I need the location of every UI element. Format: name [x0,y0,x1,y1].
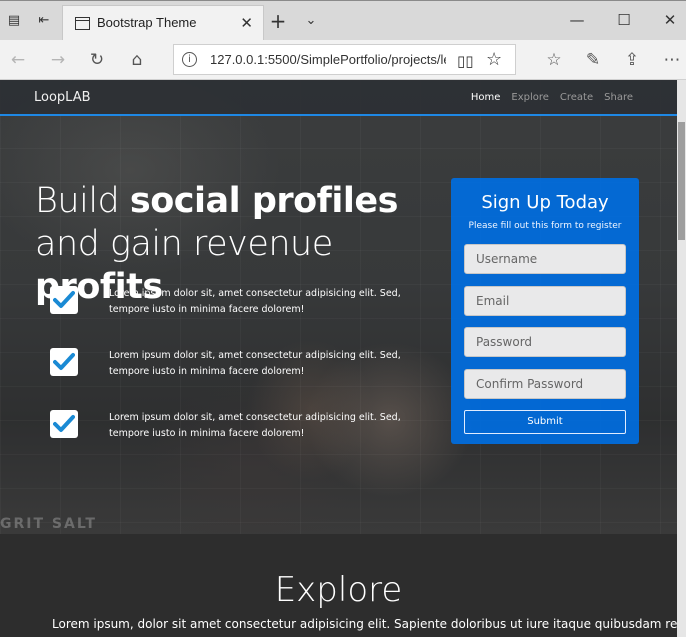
confirm-password-field[interactable]: Confirm Password [464,369,626,399]
forward-icon[interactable]: → [47,50,69,70]
favorites-list-icon[interactable]: ☆ [543,50,565,70]
brand-logo[interactable]: LoopLAB [34,90,91,105]
checkbox-icon [50,348,78,376]
back-icon[interactable]: ← [7,50,29,70]
headline-part-1: Build [35,181,130,221]
headline-bold-1: social profiles [129,181,399,221]
tab-close-icon[interactable]: ✕ [240,14,253,32]
tab-manager-icon[interactable]: ▤ [4,11,24,31]
username-field[interactable]: Username [464,244,626,274]
feature-text: Lorem ipsum dolor sit, amet consectetur … [109,350,401,377]
background-sign: GRIT SALT [0,516,97,532]
refresh-icon[interactable]: ↻ [86,50,108,70]
checkbox-icon [50,286,78,314]
more-icon[interactable]: ⋯ [661,50,683,70]
explore-title: Explore [274,570,403,610]
explore-section: Explore Lorem ipsum, dolor sit amet cons… [0,534,686,637]
hero-section: GRIT SALT LoopLAB Home Explore Create Sh… [0,80,677,534]
email-field[interactable]: Email [464,286,626,316]
site-navbar: LoopLAB Home Explore Create Share [0,80,677,116]
page-icon [75,17,90,30]
home-icon[interactable]: ⌂ [126,50,148,70]
tab-title: Bootstrap Theme [97,15,197,30]
signup-title: Sign Up Today [481,192,609,213]
signup-subtitle: Please fill out this form to register [468,221,622,231]
checkbox-icon [50,410,78,438]
nav-link-create[interactable]: Create [560,92,593,103]
share-icon[interactable]: ⇪ [621,50,643,70]
feature-item: Lorem ipsum dolor sit, amet consectetur … [50,286,410,316]
feature-text: Lorem ipsum dolor sit, amet consectetur … [109,288,401,315]
nav-link-explore[interactable]: Explore [511,92,549,103]
feature-item: Lorem ipsum dolor sit, amet consectetur … [50,348,410,378]
url-field[interactable]: i 127.0.0.1:5500/SimplePortfolio/project… [173,44,516,75]
tab-preview-icon[interactable]: ⌄ [301,11,321,31]
browser-tab-bar: ▤ ⇤ Bootstrap Theme ✕ + ⌄ — ☐ ✕ [0,0,686,41]
browser-tab[interactable]: Bootstrap Theme ✕ [62,5,264,41]
nav-links: Home Explore Create Share [471,92,633,103]
web-page: GRIT SALT LoopLAB Home Explore Create Sh… [0,80,686,637]
minimize-icon[interactable]: — [562,11,592,29]
new-tab-icon[interactable]: + [268,11,288,31]
signup-card: Sign Up Today Please fill out this form … [451,178,639,444]
headline-part-2: and gain revenue [35,224,333,264]
nav-link-share[interactable]: Share [604,92,633,103]
scrollbar-thumb[interactable] [678,122,685,240]
address-bar-row: ← → ↻ ⌂ i 127.0.0.1:5500/SimplePortfolio… [0,40,686,80]
explore-text: Lorem ipsum, dolor sit amet consectetur … [52,617,686,631]
nav-link-home[interactable]: Home [471,92,501,103]
reading-view-icon[interactable]: ▯▯ [457,52,474,70]
close-window-icon[interactable]: ✕ [655,11,685,29]
feature-item: Lorem ipsum dolor sit, amet consectetur … [50,410,410,440]
favorite-star-icon[interactable]: ☆ [486,49,502,70]
feature-text: Lorem ipsum dolor sit, amet consectetur … [109,412,401,439]
pen-icon[interactable]: ✎ [582,50,604,70]
site-info-icon[interactable]: i [182,52,197,67]
page-scrollbar[interactable] [677,80,686,637]
set-aside-tabs-icon[interactable]: ⇤ [34,11,54,31]
url-text: 127.0.0.1:5500/SimplePortfolio/projects/… [210,52,446,67]
password-field[interactable]: Password [464,327,626,357]
maximize-icon[interactable]: ☐ [609,11,639,29]
submit-button[interactable]: Submit [464,410,626,434]
